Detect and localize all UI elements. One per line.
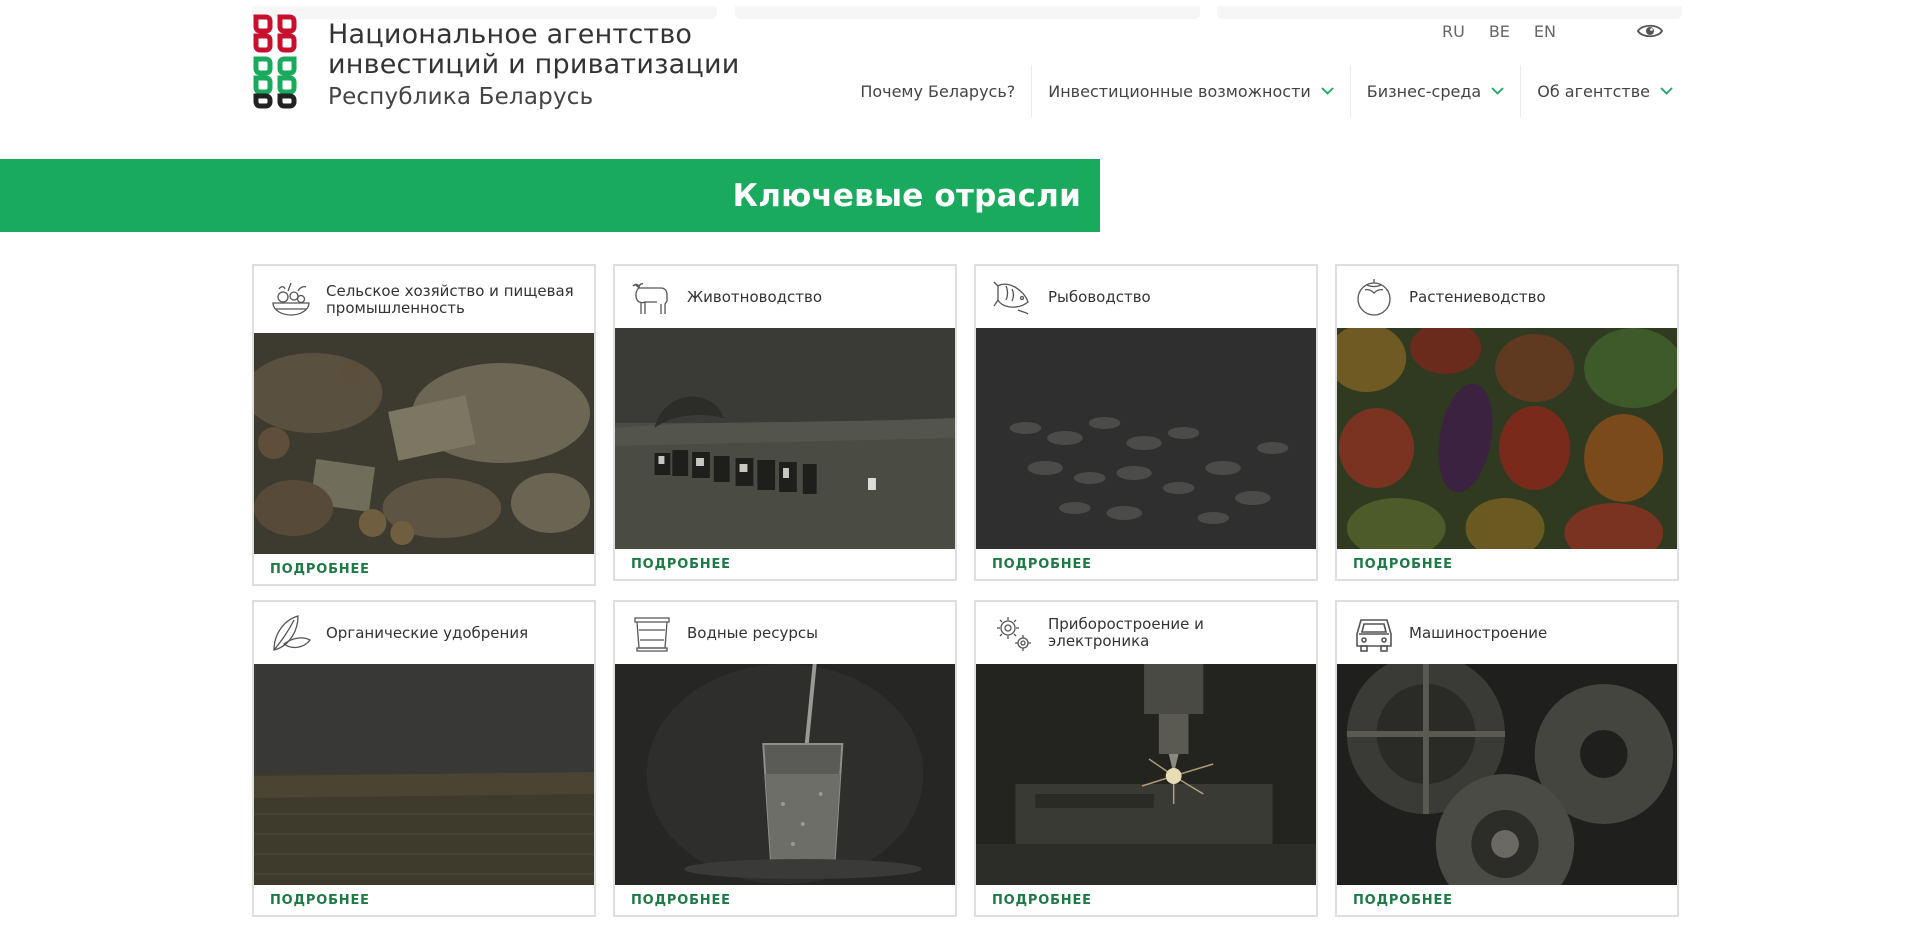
- agency-name[interactable]: Национальное агентство инвестиций и прив…: [328, 20, 739, 112]
- more-link[interactable]: ПОДРОБНЕЕ: [254, 554, 594, 584]
- eye-icon[interactable]: [1637, 22, 1663, 40]
- card-image: [254, 333, 594, 554]
- chevron-down-icon: [1660, 87, 1673, 95]
- agency-name-line-1: Национальное агентство: [328, 19, 693, 50]
- nav-label: Почему Беларусь?: [860, 81, 1016, 101]
- language-switcher: RU BE EN: [1442, 22, 1556, 41]
- card-image: [615, 328, 955, 549]
- lang-ru[interactable]: RU: [1442, 22, 1465, 41]
- agency-country: Республика Беларусь: [328, 84, 594, 110]
- nav-business-environment[interactable]: Бизнес-среда: [1349, 65, 1520, 117]
- card-header: Приборостроение и электроника: [976, 602, 1316, 664]
- card-title: Приборостроение и электроника: [1048, 615, 1204, 650]
- nav-investment-opportunities[interactable]: Инвестиционные возможности: [1031, 65, 1350, 117]
- industry-card-mechanical-engineering[interactable]: Машиностроение ПОДРОБНЕЕ: [1335, 600, 1679, 917]
- nav-about-agency[interactable]: Об агентстве: [1520, 65, 1675, 117]
- tomato-icon: [1357, 279, 1391, 316]
- card-title: Водные ресурсы: [687, 623, 818, 642]
- card-header: Машиностроение: [1337, 602, 1677, 664]
- nav-why-belarus[interactable]: Почему Беларусь?: [844, 65, 1031, 117]
- card-title: Рыбоводство: [1048, 287, 1151, 306]
- leaf-icon: [273, 615, 311, 651]
- industry-card-agriculture[interactable]: Сельское хозяйство и пищевая промышленно…: [252, 264, 596, 586]
- more-link[interactable]: ПОДРОБНЕЕ: [976, 549, 1316, 579]
- card-title: Машиностроение: [1409, 623, 1548, 642]
- card-image: [976, 328, 1316, 549]
- lang-en[interactable]: EN: [1534, 22, 1556, 41]
- card-header: Водные ресурсы: [615, 602, 955, 664]
- card-image: [976, 664, 1316, 885]
- more-link[interactable]: ПОДРОБНЕЕ: [615, 885, 955, 915]
- main-nav: Почему Беларусь? Инвестиционные возможно…: [844, 65, 1675, 117]
- card-header: Животноводство: [615, 266, 955, 328]
- more-link[interactable]: ПОДРОБНЕЕ: [254, 885, 594, 915]
- section-title: Ключевые отрасли: [732, 177, 1081, 214]
- water-bucket-icon: [634, 617, 670, 652]
- section-banner: Ключевые отрасли: [0, 159, 1100, 232]
- card-title: Органические удобрения: [326, 623, 529, 642]
- agency-logo-icon[interactable]: [250, 12, 305, 110]
- card-header: Растениеводство: [1337, 266, 1677, 328]
- nav-label: Инвестиционные возможности: [1048, 81, 1311, 101]
- food-basket-icon: [272, 282, 310, 316]
- card-header: Рыбоводство: [976, 266, 1316, 328]
- agency-name-line-2: инвестиций и приватизации: [328, 49, 740, 80]
- card-image: [1337, 664, 1677, 885]
- card-title: Животноводство: [687, 287, 823, 306]
- more-link[interactable]: ПОДРОБНЕЕ: [615, 549, 955, 579]
- industry-card-livestock[interactable]: Животноводство ПОДРОБНЕЕ: [613, 264, 957, 581]
- card-image: [615, 664, 955, 885]
- more-link[interactable]: ПОДРОБНЕЕ: [1337, 549, 1677, 579]
- top-decor-bar: [1217, 6, 1682, 19]
- top-decor-bar: [735, 6, 1200, 19]
- industry-card-organic-fertilizers[interactable]: Органические удобрения ПОДРОБНЕЕ: [252, 600, 596, 917]
- card-title: Сельское хозяйство и пищевая промышленно…: [326, 281, 574, 317]
- industry-card-crop-production[interactable]: Растениеводство ПОДРОБНЕЕ: [1335, 264, 1679, 581]
- industry-card-water-resources[interactable]: Водные ресурсы ПОДРОБНЕЕ: [613, 600, 957, 917]
- more-link[interactable]: ПОДРОБНЕЕ: [1337, 885, 1677, 915]
- lang-be[interactable]: BE: [1489, 22, 1510, 41]
- card-title: Растениеводство: [1409, 287, 1546, 306]
- car-icon: [1356, 619, 1392, 652]
- nav-label: Бизнес-среда: [1366, 81, 1482, 101]
- more-link[interactable]: ПОДРОБНЕЕ: [976, 885, 1316, 915]
- card-image: [254, 664, 594, 885]
- nav-label: Об агентстве: [1537, 81, 1650, 101]
- card-header: Сельское хозяйство и пищевая промышленно…: [254, 266, 594, 333]
- chevron-down-icon: [1491, 87, 1504, 95]
- gears-icon: [997, 617, 1031, 651]
- industry-card-instrument-making[interactable]: Приборостроение и электроника ПОДРОБНЕЕ: [974, 600, 1318, 917]
- fish-icon: [993, 281, 1029, 315]
- card-header: Органические удобрения: [254, 602, 594, 664]
- cow-icon: [632, 283, 668, 314]
- chevron-down-icon: [1321, 87, 1334, 95]
- card-image: [1337, 328, 1677, 549]
- industry-card-fish-farming[interactable]: Рыбоводство ПОДРОБНЕЕ: [974, 264, 1318, 581]
- top-decor-bar: [252, 6, 717, 19]
